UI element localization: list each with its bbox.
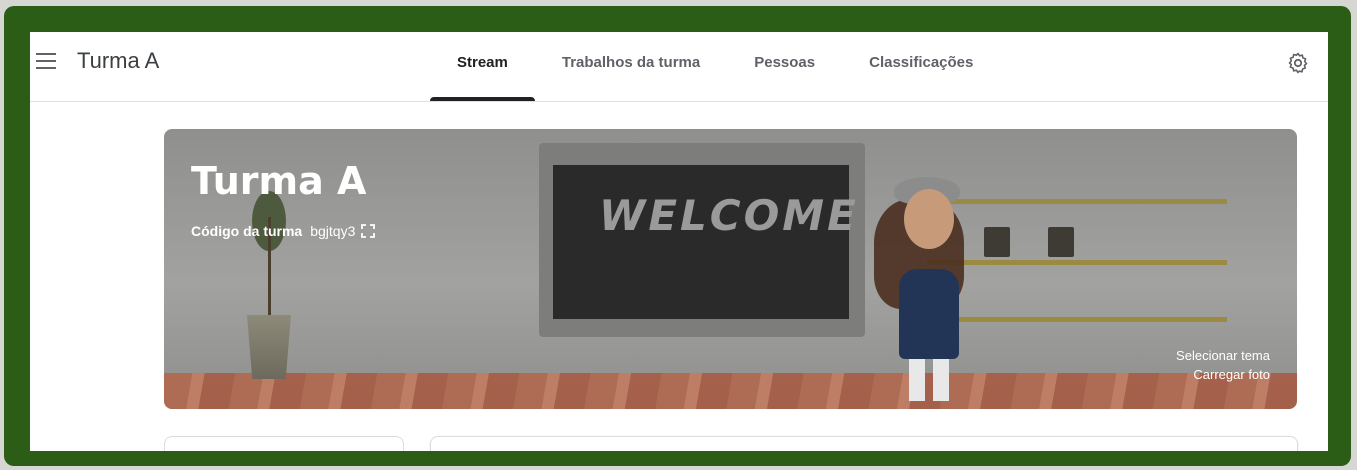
- shelf: [927, 260, 1227, 265]
- gear-icon[interactable]: [1286, 51, 1310, 75]
- fullscreen-expand-icon[interactable]: [361, 224, 376, 238]
- top-bar: Turma A Stream Trabalhos da turma Pessoa…: [30, 32, 1328, 102]
- class-code-label: Código da turma: [191, 223, 303, 239]
- chalkboard-illustration: WELCOME: [539, 143, 865, 337]
- banner-class-title: Turma A: [191, 159, 367, 203]
- tab-grades[interactable]: Classificações: [842, 32, 1000, 101]
- classroom-window: Turma A Stream Trabalhos da turma Pessoa…: [30, 32, 1328, 451]
- banner-links: Selecionar tema Carregar foto: [1176, 346, 1270, 384]
- upload-photo-link[interactable]: Carregar foto: [1176, 365, 1270, 384]
- chalkboard-text: WELCOME: [599, 191, 859, 240]
- avatar-legs: [909, 359, 949, 401]
- shelf: [927, 317, 1227, 322]
- class-code-value: bgjtqy3: [310, 223, 356, 239]
- class-banner: WELCOME Turma A Código da turma bgjtqy3 …: [164, 129, 1297, 409]
- shelf: [927, 199, 1227, 204]
- banner-floor: [164, 373, 1297, 409]
- hamburger-menu-icon[interactable]: [36, 53, 56, 69]
- tab-classwork[interactable]: Trabalhos da turma: [535, 32, 727, 101]
- select-theme-link[interactable]: Selecionar tema: [1176, 346, 1270, 365]
- upcoming-card: [164, 436, 404, 451]
- avatar-head: [904, 189, 954, 249]
- class-title[interactable]: Turma A: [77, 48, 159, 74]
- plant-pot: [247, 315, 291, 379]
- class-code: Código da turma bgjtqy3: [191, 223, 376, 239]
- tab-people[interactable]: Pessoas: [727, 32, 842, 101]
- class-tabs: Stream Trabalhos da turma Pessoas Classi…: [430, 32, 1000, 101]
- tab-stream[interactable]: Stream: [430, 32, 535, 101]
- succulent-pot: [1048, 227, 1074, 257]
- succulent-pot: [984, 227, 1010, 257]
- avatar-body: [899, 269, 959, 359]
- announce-card[interactable]: [430, 436, 1298, 451]
